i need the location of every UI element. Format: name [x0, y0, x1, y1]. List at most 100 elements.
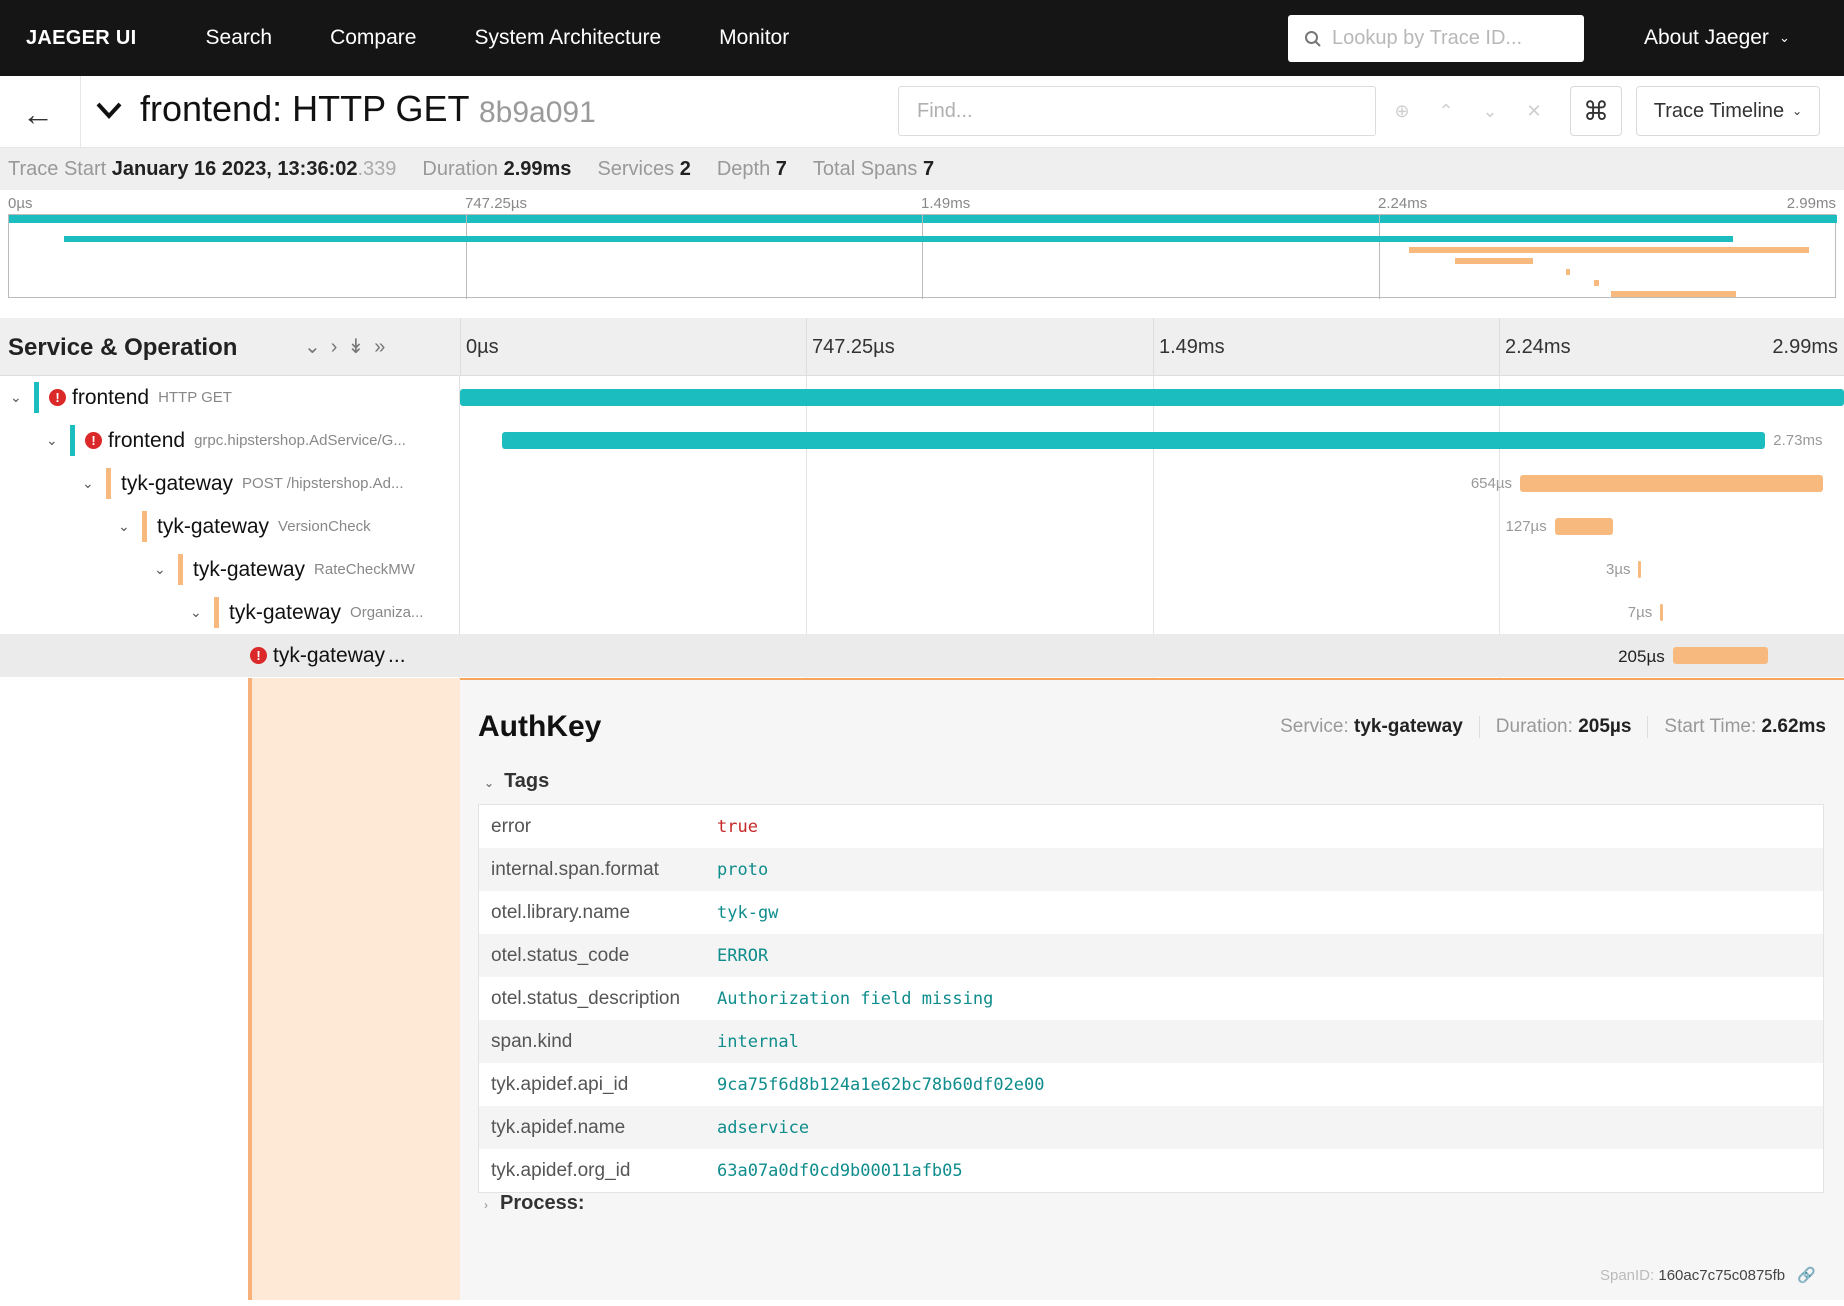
locate-icon[interactable]: ⊕ [1394, 101, 1409, 122]
minimap-span-bar [1610, 291, 1737, 297]
span-row[interactable]: ! tyk-gateway... 205µs [0, 634, 1844, 677]
about-jaeger-menu[interactable]: About Jaeger ⌄ [1644, 0, 1790, 76]
back-arrow-icon[interactable]: ← [22, 96, 54, 133]
tag-key: error [491, 815, 532, 837]
search-icon [1305, 30, 1321, 47]
chevron-down-icon[interactable] [94, 95, 124, 125]
service-color-stripe [178, 554, 183, 585]
timeline-gridline [1499, 318, 1500, 376]
chevron-up-icon[interactable]: ⌃ [1438, 101, 1453, 122]
span-row[interactable]: ⌄! frontend HTTP GET [0, 376, 1844, 419]
minimap-span-bar [1409, 247, 1809, 253]
about-label: About Jaeger [1644, 26, 1769, 49]
link-icon[interactable]: 🔗 [1797, 1267, 1816, 1284]
tag-row[interactable]: otel.status_code ERROR [479, 934, 1823, 977]
span-duration-label: 205µs [1618, 647, 1665, 666]
span-operation-name: POST /hipstershop.Ad... [242, 475, 404, 492]
nav-search[interactable]: Search [206, 26, 273, 50]
tags-section-toggle[interactable]: ⌄ Tags [484, 770, 549, 793]
tags-table: error true internal.span.format proto otel.l… [478, 804, 1824, 1193]
span-name-cell[interactable]: ⌄! frontend HTTP GET [0, 376, 460, 419]
detail-start-time: Start Time: 2.62ms [1647, 716, 1826, 738]
span-row[interactable]: ⌄ tyk-gateway VersionCheck 127µs [0, 505, 1844, 548]
span-row[interactable]: ⌄! frontend grpc.hipstershop.AdService/G..… [0, 419, 1844, 462]
tag-row[interactable]: internal.span.format proto [479, 848, 1823, 891]
keyboard-shortcuts-button[interactable]: ⌘ [1570, 86, 1622, 136]
find-input[interactable]: Find... [898, 86, 1376, 136]
tag-row[interactable]: otel.library.name tyk-gw [479, 891, 1823, 934]
tag-row[interactable]: error true [479, 805, 1823, 848]
expand-one-icon[interactable]: › [331, 336, 348, 358]
tag-value: ERROR [717, 945, 769, 966]
chevron-down-icon: ⌄ [484, 776, 495, 790]
tag-row[interactable]: tyk.apidef.name adservice [479, 1106, 1823, 1149]
span-name-cell[interactable]: ⌄! frontend grpc.hipstershop.AdService/G..… [0, 419, 460, 462]
chevron-down-icon[interactable]: ⌄ [46, 432, 58, 449]
chevron-down-icon[interactable]: ⌄ [10, 389, 22, 406]
expand-all-icon[interactable]: » [374, 336, 395, 358]
trace-start-value: January 16 2023, 13:36:02 [111, 157, 358, 180]
trace-depth: Depth 7 [717, 158, 787, 181]
span-row[interactable]: ⌄ tyk-gateway RateCheckMW 3µs [0, 548, 1844, 591]
span-operation-name: HTTP GET [158, 389, 232, 406]
span-name-cell[interactable]: ⌄ tyk-gateway RateCheckMW [0, 548, 460, 591]
collapse-one-icon[interactable]: ⌄ [304, 336, 331, 358]
tag-row[interactable]: tyk.apidef.api_id 9ca75f6d8b124a1e62bc78b… [479, 1063, 1823, 1106]
collapse-all-icon[interactable]: ↡ [347, 336, 374, 358]
minimap-viewport-indicator[interactable] [9, 215, 1837, 223]
tag-row[interactable]: span.kind internal [479, 1020, 1823, 1063]
span-service-name: tyk-gateway [157, 514, 270, 538]
trace-minimap[interactable]: 0µs 747.25µs 1.49ms 2.24ms 2.99ms [8, 192, 1837, 306]
nav-system-architecture[interactable]: System Architecture [474, 26, 661, 50]
view-mode-dropdown[interactable]: Trace Timeline ⌄ [1636, 86, 1820, 136]
tag-key: otel.status_code [491, 944, 630, 966]
span-service-name: tyk-gateway [273, 643, 386, 667]
brand-logo[interactable]: JAEGER UI [26, 27, 137, 50]
chevron-down-icon[interactable]: ⌄ [118, 518, 130, 535]
minimap-canvas[interactable] [8, 214, 1837, 299]
span-bar[interactable] [1660, 604, 1664, 621]
tag-value: 9ca75f6d8b124a1e62bc78b60df02e00 [717, 1074, 1045, 1095]
span-name-cell[interactable]: ⌄ tyk-gateway POST /hipstershop.Ad... [0, 462, 460, 505]
clear-icon[interactable]: ✕ [1526, 101, 1541, 122]
process-section-toggle[interactable]: › Process: [484, 1192, 585, 1215]
span-bar[interactable] [1672, 647, 1768, 664]
span-bar[interactable] [1519, 475, 1823, 492]
nav-compare[interactable]: Compare [330, 26, 416, 50]
find-placeholder: Find... [917, 99, 973, 122]
minimap-tick: 2.99ms [1786, 195, 1836, 212]
span-row[interactable]: ⌄ tyk-gateway POST /hipstershop.Ad... 654µs [0, 462, 1844, 505]
services-label: Services [597, 157, 675, 180]
service-color-stripe [34, 382, 39, 413]
span-row[interactable]: ⌄ tyk-gateway Organiza... 7µs [0, 591, 1844, 634]
total-spans-value: 7 [922, 157, 935, 180]
span-bar[interactable] [1638, 561, 1642, 578]
trace-id-lookup-input[interactable]: Lookup by Trace ID... [1288, 15, 1584, 62]
span-operation-name: Organiza... [350, 604, 424, 621]
chevron-down-icon[interactable]: ⌄ [190, 604, 202, 621]
minimap-gridline [922, 215, 923, 299]
trace-title: frontend: HTTP GET [140, 88, 470, 129]
span-name-cell[interactable]: ⌄ tyk-gateway VersionCheck [0, 505, 460, 548]
timeline-tick: 2.24ms [1505, 336, 1571, 358]
chevron-down-icon[interactable]: ⌄ [82, 475, 94, 492]
detail-start-label: Start Time: [1664, 716, 1757, 737]
minimap-gridline [1379, 215, 1380, 299]
nav-monitor[interactable]: Monitor [719, 26, 789, 50]
tag-row[interactable]: otel.status_description Authorization fie… [479, 977, 1823, 1020]
span-name-cell[interactable]: ! tyk-gateway... [0, 634, 460, 677]
minimap-span-bar [1454, 258, 1533, 264]
span-bar[interactable] [501, 432, 1766, 449]
chevron-down-icon[interactable]: ⌄ [1482, 101, 1497, 122]
tag-value: internal [717, 1031, 799, 1052]
span-bar[interactable] [460, 389, 1844, 406]
tag-key: tyk.apidef.api_id [491, 1073, 629, 1095]
span-bar[interactable] [1554, 518, 1614, 535]
chevron-down-icon[interactable]: ⌄ [154, 561, 166, 578]
tag-key: span.kind [491, 1030, 573, 1052]
span-name-cell[interactable]: ⌄ tyk-gateway Organiza... [0, 591, 460, 634]
tree-expand-controls: ⌄›↡» [304, 334, 395, 359]
minimap-ticks: 0µs 747.25µs 1.49ms 2.24ms 2.99ms [8, 192, 1836, 214]
service-color-stripe [70, 425, 75, 456]
tag-row[interactable]: tyk.apidef.org_id 63a07a0df0cd9b00011afb0… [479, 1149, 1823, 1192]
